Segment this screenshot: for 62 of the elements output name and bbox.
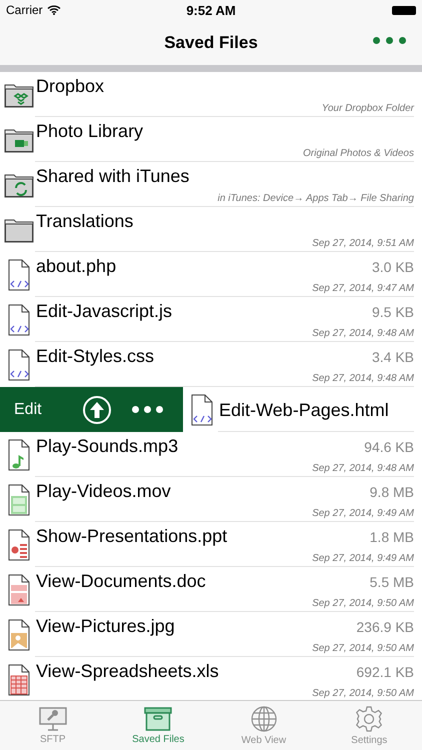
file-name[interactable]: View-Documents.doc bbox=[36, 571, 206, 592]
folder-subtitle: Sep 27, 2014, 9:51 AM bbox=[312, 238, 414, 249]
file-size: 9.8 MB bbox=[370, 484, 414, 500]
file-date: Sep 27, 2014, 9:50 AM bbox=[312, 643, 414, 654]
file-date: Sep 27, 2014, 9:50 AM bbox=[312, 598, 414, 609]
file-size: 3.0 KB bbox=[372, 258, 414, 274]
folder-name[interactable]: Shared with iTunes bbox=[36, 166, 414, 187]
folder-subtitle: in iTunes: Device→ Apps Tab→ File Sharing bbox=[218, 193, 414, 204]
audio-file-icon bbox=[8, 438, 30, 470]
file-date: Sep 27, 2014, 9:49 AM bbox=[312, 508, 414, 519]
file-name[interactable]: about.php bbox=[36, 256, 116, 277]
file-size: 1.8 MB bbox=[370, 528, 414, 544]
file-name[interactable]: Edit-Web-Pages.html bbox=[219, 400, 414, 420]
folder-subtitle: Original Photos & Videos bbox=[303, 148, 414, 159]
globe-icon bbox=[250, 705, 278, 733]
code-file-icon bbox=[8, 348, 30, 380]
code-file-icon bbox=[190, 394, 212, 426]
image-file-icon bbox=[8, 618, 30, 650]
monitor-icon bbox=[38, 706, 68, 732]
file-name[interactable]: Play-Sounds.mp3 bbox=[36, 436, 178, 457]
spreadsheet-file-icon bbox=[8, 664, 30, 696]
folder-icon bbox=[4, 82, 34, 108]
video-file-icon bbox=[8, 484, 30, 516]
file-size: 94.6 KB bbox=[364, 438, 414, 454]
file-date: Sep 27, 2014, 9:48 AM bbox=[312, 328, 414, 339]
file-date: Sep 27, 2014, 9:50 AM bbox=[312, 688, 414, 699]
file-name[interactable]: View-Pictures.jpg bbox=[36, 616, 175, 637]
edit-button[interactable]: Edit bbox=[0, 387, 72, 432]
carrier-label: Carrier bbox=[6, 3, 43, 17]
code-file-icon bbox=[8, 304, 30, 336]
folder-icon bbox=[4, 216, 34, 242]
file-date: Sep 27, 2014, 9:48 AM bbox=[312, 463, 414, 474]
battery-icon bbox=[392, 6, 416, 14]
file-name[interactable]: Edit-Styles.css bbox=[36, 346, 154, 367]
document-file-icon bbox=[8, 574, 30, 606]
file-size: 3.4 KB bbox=[372, 348, 414, 364]
box-icon bbox=[143, 706, 174, 732]
status-time: 9:52 AM bbox=[186, 2, 236, 18]
file-name[interactable]: Show-Presentations.ppt bbox=[36, 526, 228, 547]
folder-name[interactable]: Translations bbox=[36, 211, 414, 232]
file-size: 5.5 MB bbox=[370, 574, 414, 590]
file-name[interactable]: View-Spreadsheets.xls bbox=[36, 661, 219, 682]
wifi-icon bbox=[46, 5, 61, 15]
file-date: Sep 27, 2014, 9:48 AM bbox=[312, 373, 414, 384]
code-file-icon bbox=[8, 258, 30, 290]
screen-title: Saved Files bbox=[164, 32, 258, 52]
file-name[interactable]: Play-Videos.mov bbox=[36, 481, 171, 502]
folder-subtitle: Your Dropbox Folder bbox=[322, 103, 414, 114]
file-name[interactable]: Edit-Javascript.js bbox=[36, 301, 172, 322]
folder-name[interactable]: Dropbox bbox=[36, 76, 414, 97]
file-size: 236.9 KB bbox=[356, 618, 414, 634]
file-date: Sep 27, 2014, 9:49 AM bbox=[312, 553, 414, 564]
settings-icon bbox=[355, 705, 384, 733]
file-size: 9.5 KB bbox=[372, 304, 414, 320]
presentation-file-icon bbox=[8, 528, 30, 560]
folder-icon bbox=[4, 172, 34, 198]
folder-icon bbox=[4, 126, 34, 152]
tab-bar-item[interactable]: Saved Files bbox=[106, 701, 211, 750]
file-date: Sep 27, 2014, 9:47 AM bbox=[312, 283, 414, 294]
folder-name[interactable]: Photo Library bbox=[36, 121, 414, 142]
file-size: 692.1 KB bbox=[356, 664, 414, 680]
upload-icon bbox=[82, 394, 112, 424]
